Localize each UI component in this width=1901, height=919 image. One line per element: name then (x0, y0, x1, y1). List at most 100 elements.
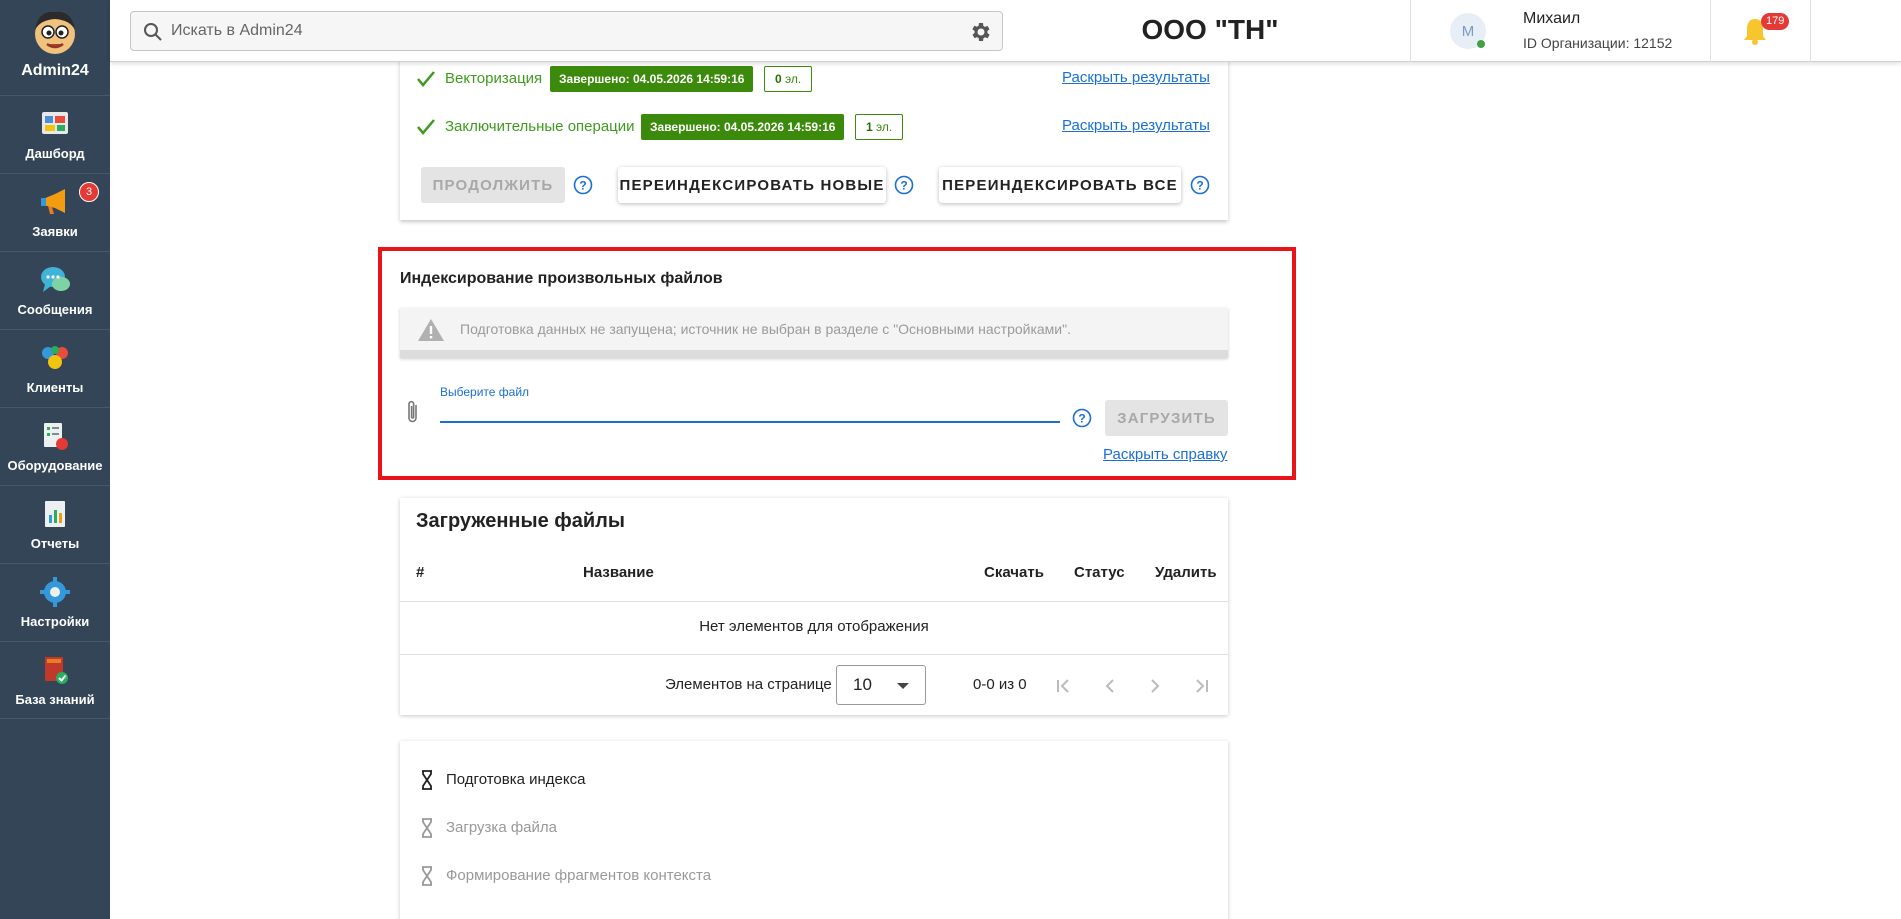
items-per-page-label: Элементов на странице (665, 676, 832, 693)
online-status-dot (1477, 40, 1485, 48)
last-page-icon[interactable] (1189, 675, 1213, 697)
column-header-name[interactable]: Название (583, 564, 654, 581)
sidebar-item-clients[interactable]: Клиенты (0, 329, 110, 407)
empty-table-message: Нет элементов для отображения (699, 618, 929, 635)
next-page-icon[interactable] (1143, 675, 1167, 697)
app-logo[interactable]: Admin24 (0, 0, 110, 95)
sidebar-item-label: Дашборд (25, 146, 85, 161)
dashboard-icon (42, 112, 68, 134)
hourglass-icon (422, 770, 432, 790)
top-header: ООО "ТН" М Михаил ID Организации: 12152 … (110, 0, 1901, 62)
check-icon (417, 119, 435, 135)
sidebar-item-dashboard[interactable]: Дашборд (0, 95, 110, 173)
count-badge: 1 эл. (855, 114, 904, 140)
sidebar-item-messages[interactable]: Сообщения (0, 251, 110, 329)
stage-name: Векторизация (445, 70, 543, 87)
divider (400, 601, 1228, 602)
expand-help-link[interactable]: Раскрыть справку (1103, 446, 1227, 463)
question-help-icon[interactable]: ? (1190, 175, 1210, 195)
expand-results-link[interactable]: Раскрыть результаты (1062, 69, 1210, 86)
count-unit: эл. (785, 72, 802, 86)
divider (400, 654, 1228, 655)
sidebar-item-label: Сообщения (17, 302, 93, 317)
progress-step-label: Загрузка файла (446, 819, 557, 836)
logo-mascot-icon (35, 11, 75, 54)
paperclip-icon[interactable] (404, 399, 422, 425)
notifications-count-badge: 179 (1761, 13, 1790, 30)
clients-icon (42, 346, 68, 369)
check-icon (417, 71, 435, 87)
reports-icon (45, 501, 65, 527)
sidebar: Admin24 Дашборд Заявки 3 Сообщения Клиен… (0, 0, 110, 919)
svg-text:?: ? (1196, 179, 1203, 193)
search-input[interactable] (171, 12, 951, 50)
items-per-page-value: 10 (853, 675, 872, 694)
upload-button[interactable]: ЗАГРУЗИТЬ (1105, 400, 1228, 436)
file-input-field[interactable] (440, 421, 1060, 423)
gear-icon (40, 577, 70, 607)
sidebar-item-label: Оборудование (7, 458, 103, 473)
items-per-page-select[interactable]: 10 (836, 665, 926, 705)
sidebar-item-knowledge-base[interactable]: База знаний (0, 641, 110, 719)
warning-text: Подготовка данных не запущена; источник … (460, 321, 1071, 337)
chevron-down-icon (897, 683, 909, 689)
organization-id: ID Организации: 12152 (1523, 35, 1673, 51)
warning-icon (418, 319, 444, 341)
column-header-number[interactable]: # (416, 564, 424, 581)
sidebar-item-equipment[interactable]: Оборудование (0, 407, 110, 485)
column-header-download[interactable]: Скачать (984, 564, 1044, 581)
column-header-delete[interactable]: Удалить (1155, 564, 1217, 581)
count-badge: 0 эл. (764, 66, 813, 92)
count-value: 0 (775, 72, 782, 86)
stage-name: Заключительные операции (445, 118, 635, 135)
header-divider (1410, 0, 1411, 62)
status-badge: Завершено: 04.05.2026 14:59:16 (550, 66, 754, 92)
sidebar-item-label: База знаний (15, 691, 95, 707)
progress-step-label: Формирование фрагментов контекста (446, 867, 712, 884)
question-help-icon[interactable]: ? (894, 175, 914, 195)
section-title: Индексирование произвольных файлов (400, 270, 723, 287)
status-badge: Завершено: 04.05.2026 14:59:16 (641, 114, 845, 140)
count-value: 1 (866, 120, 873, 134)
chat-icon (41, 267, 70, 292)
sidebar-item-label: Заявки (32, 224, 78, 239)
user-name[interactable]: Михаил (1523, 10, 1580, 28)
table-title: Загруженные файлы (416, 510, 625, 532)
requests-count-badge: 3 (79, 182, 99, 202)
header-divider (1810, 0, 1811, 62)
warning-banner: Подготовка данных не запущена; источник … (400, 308, 1228, 358)
equipment-icon (44, 423, 68, 450)
sidebar-item-label: Отчеты (30, 536, 80, 551)
progress-step-label: Подготовка индекса (446, 771, 586, 788)
column-header-status[interactable]: Статус (1074, 564, 1125, 581)
search-icon (144, 23, 162, 41)
megaphone-icon (41, 189, 65, 214)
sidebar-item-label: Клиенты (26, 380, 84, 395)
continue-button[interactable]: ПРОДОЛЖИТЬ (421, 167, 565, 203)
reindex-new-button[interactable]: ПЕРЕИНДЕКСИРОВАТЬ НОВЫЕ (618, 167, 886, 203)
header-divider (1710, 0, 1711, 62)
question-help-icon[interactable]: ? (573, 175, 593, 195)
hourglass-icon (422, 866, 432, 886)
reindex-all-button[interactable]: ПЕРЕИНДЕКСИРОВАТЬ ВСЕ (939, 167, 1181, 203)
first-page-icon[interactable] (1052, 675, 1076, 697)
svg-text:?: ? (1078, 412, 1085, 426)
sidebar-item-reports[interactable]: Отчеты (0, 485, 110, 563)
sidebar-item-settings[interactable]: Настройки (0, 563, 110, 641)
count-unit: эл. (876, 120, 893, 134)
organization-title: ООО "ТН" (1141, 14, 1279, 45)
pagination-range: 0-0 из 0 (973, 676, 1027, 693)
logo-text: Admin24 (21, 62, 89, 79)
expand-results-link[interactable]: Раскрыть результаты (1062, 117, 1210, 134)
svg-text:?: ? (900, 179, 907, 193)
svg-text:?: ? (579, 179, 586, 193)
search-box (130, 11, 1003, 51)
question-help-icon[interactable]: ? (1072, 408, 1092, 428)
hourglass-icon (422, 818, 432, 838)
file-input-label: Выберите файл (440, 385, 530, 399)
sidebar-item-label: Настройки (20, 614, 90, 629)
search-settings-gear-icon[interactable] (968, 20, 992, 44)
book-icon (45, 656, 68, 684)
sidebar-item-requests[interactable]: Заявки 3 (0, 173, 110, 251)
previous-page-icon[interactable] (1098, 675, 1122, 697)
